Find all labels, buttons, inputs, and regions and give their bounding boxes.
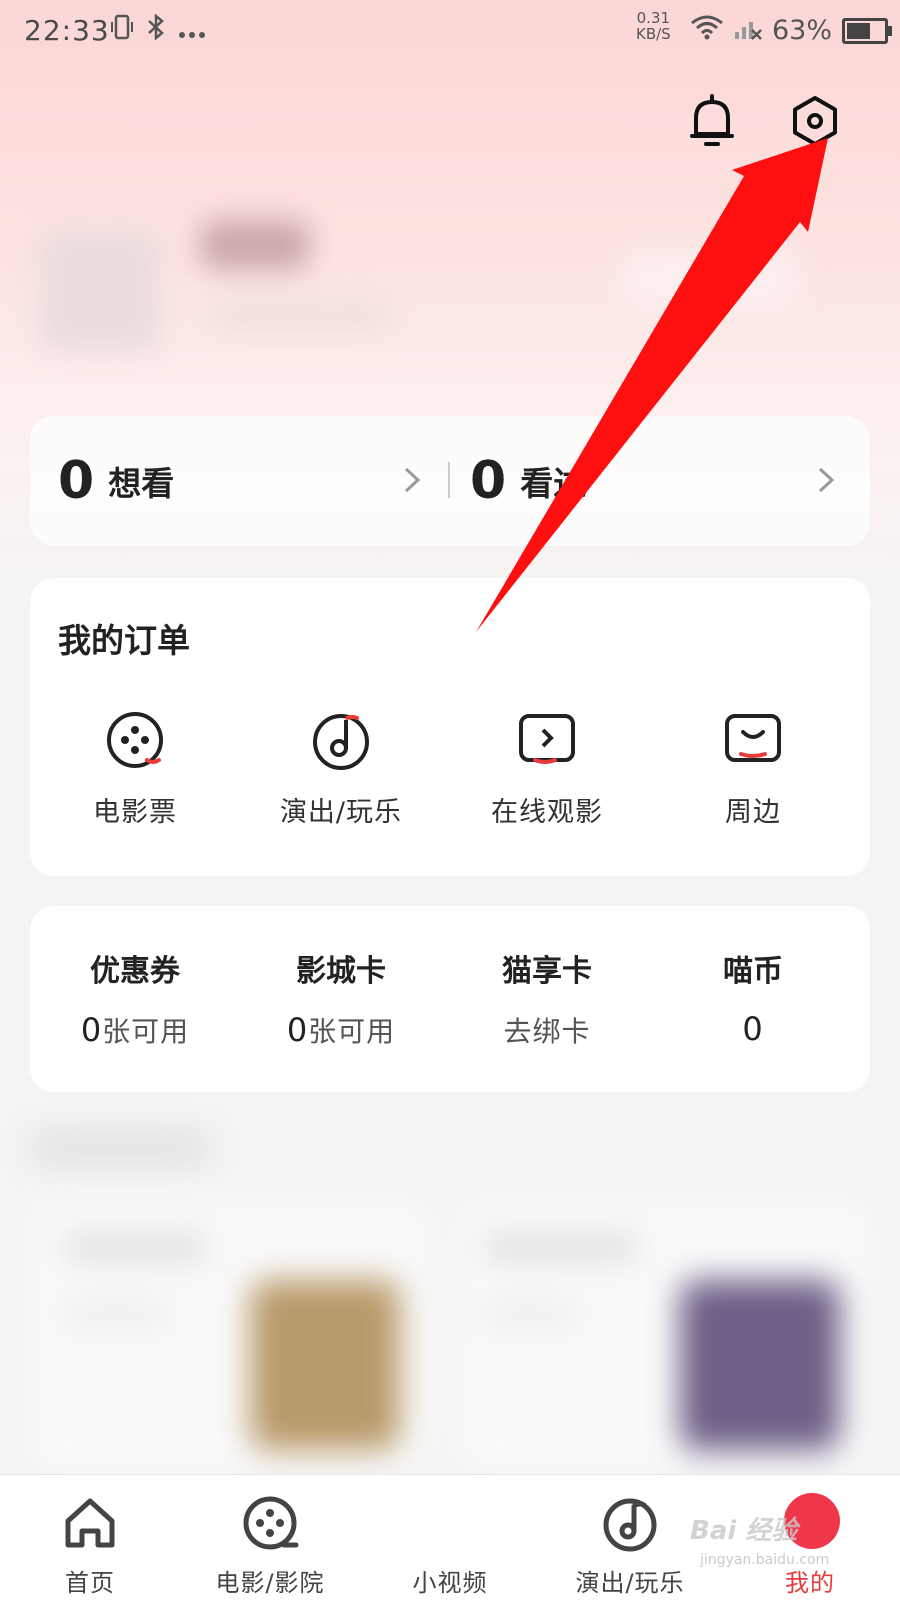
order-label: 在线观影 (491, 797, 603, 828)
wallet-title: 喵币 (723, 954, 783, 989)
vibrate-icon (110, 14, 134, 47)
section-heading-placeholder (30, 1130, 210, 1166)
signal-icon (734, 14, 762, 47)
order-online-viewing[interactable]: 在线观影 (442, 708, 652, 829)
bluetooth-icon (146, 13, 166, 47)
wallet-cat-card[interactable]: 猫享卡 去绑卡 (442, 946, 652, 1050)
recommendations-blurred (0, 1130, 900, 1470)
order-label: 周边 (725, 797, 781, 828)
avatar (40, 230, 160, 350)
nav-short-videos[interactable]: 小视频 (360, 1475, 540, 1600)
want-count: 0 (58, 451, 95, 511)
my-orders-card: 我的订单 电影票 演出/玩乐 在线观影 周边 (30, 578, 870, 876)
poster-thumbnail (250, 1280, 400, 1450)
network-speed: 0.31 KB/S (636, 10, 671, 42)
watermark-logo: Bai 经验 (690, 1516, 798, 1546)
watch-counts-card: 0 想看 0 看过 (30, 416, 870, 546)
screen: 22:33 0.31 KB/S 63% 0 想看 0 看过 我的订单 电影票 演… (0, 0, 900, 1600)
wallet-value: 0 (742, 1010, 764, 1048)
seen-label: 看过 (520, 464, 587, 503)
wallet-meow-coins[interactable]: 喵币 0 (648, 946, 858, 1048)
seen-count: 0 (470, 451, 507, 511)
wallet-value: 0张可用 (80, 1011, 190, 1049)
chevron-right-icon[interactable] (402, 464, 422, 504)
poster-thumbnail (680, 1280, 840, 1450)
nav-movies[interactable]: 电影/影院 (180, 1475, 360, 1600)
wallet-cinema-card[interactable]: 影城卡 0张可用 (236, 946, 446, 1050)
battery-icon (842, 17, 893, 44)
order-label: 电影票 (93, 797, 177, 828)
want-label: 想看 (108, 464, 175, 503)
text-placeholder (60, 1230, 210, 1264)
nav-label: 演出/玩乐 (575, 1569, 685, 1597)
status-bar: 22:33 0.31 KB/S 63% (0, 0, 900, 64)
order-label: 演出/玩乐 (279, 797, 403, 828)
profile-area-blurred[interactable] (0, 200, 900, 380)
text-placeholder (60, 1300, 170, 1328)
film-reel-icon (243, 1496, 299, 1550)
bell-icon[interactable] (688, 94, 736, 150)
profile-subtitle-placeholder (210, 300, 390, 328)
film-reel-icon (107, 712, 163, 768)
wallet-coupons[interactable]: 优惠券 0张可用 (30, 946, 240, 1050)
order-shows[interactable]: 演出/玩乐 (236, 708, 446, 829)
wallet-title: 影城卡 (296, 954, 386, 989)
divider (448, 462, 450, 498)
music-note-icon (313, 714, 369, 770)
text-placeholder (480, 1230, 640, 1264)
status-time: 22:33 (24, 14, 110, 47)
wifi-icon (690, 14, 724, 47)
want-to-watch[interactable]: 0 想看 (58, 416, 174, 546)
chevron-right-icon[interactable] (816, 464, 836, 504)
nav-label: 电影/影院 (215, 1569, 325, 1597)
nav-home[interactable]: 首页 (0, 1475, 180, 1600)
username-placeholder (200, 220, 310, 270)
orders-title: 我的订单 (58, 621, 190, 660)
wallet-title: 优惠券 (90, 954, 180, 989)
watched[interactable]: 0 看过 (470, 416, 586, 546)
speed-value: 0.31 (636, 9, 671, 27)
nav-label: 小视频 (412, 1569, 488, 1597)
battery-fill (847, 22, 871, 39)
status-right: 63% (690, 14, 893, 47)
profile-extra-placeholder (620, 250, 800, 310)
wallet-card: 优惠券 0张可用 影城卡 0张可用 猫享卡 去绑卡 喵币 0 (30, 906, 870, 1092)
shopping-bag-icon (725, 714, 781, 762)
settings-gear-icon[interactable] (788, 94, 842, 148)
wallet-title: 猫享卡 (502, 954, 592, 989)
speed-unit: KB/S (636, 25, 671, 43)
more-icon (178, 16, 206, 46)
home-icon (65, 1498, 115, 1548)
nav-label: 我的 (785, 1569, 835, 1597)
order-merchandise[interactable]: 周边 (648, 708, 858, 829)
music-note-icon (603, 1498, 657, 1552)
wallet-value: 0张可用 (286, 1011, 396, 1049)
status-left-icons (110, 13, 206, 47)
play-screen-icon (519, 714, 575, 764)
text-placeholder (480, 1300, 580, 1328)
watermark-url: jingyan.baidu.com (700, 1552, 830, 1568)
battery-percent: 63% (772, 15, 833, 46)
nav-label: 首页 (65, 1569, 115, 1597)
wallet-value: 去绑卡 (503, 1015, 591, 1048)
order-movie-tickets[interactable]: 电影票 (30, 708, 240, 829)
